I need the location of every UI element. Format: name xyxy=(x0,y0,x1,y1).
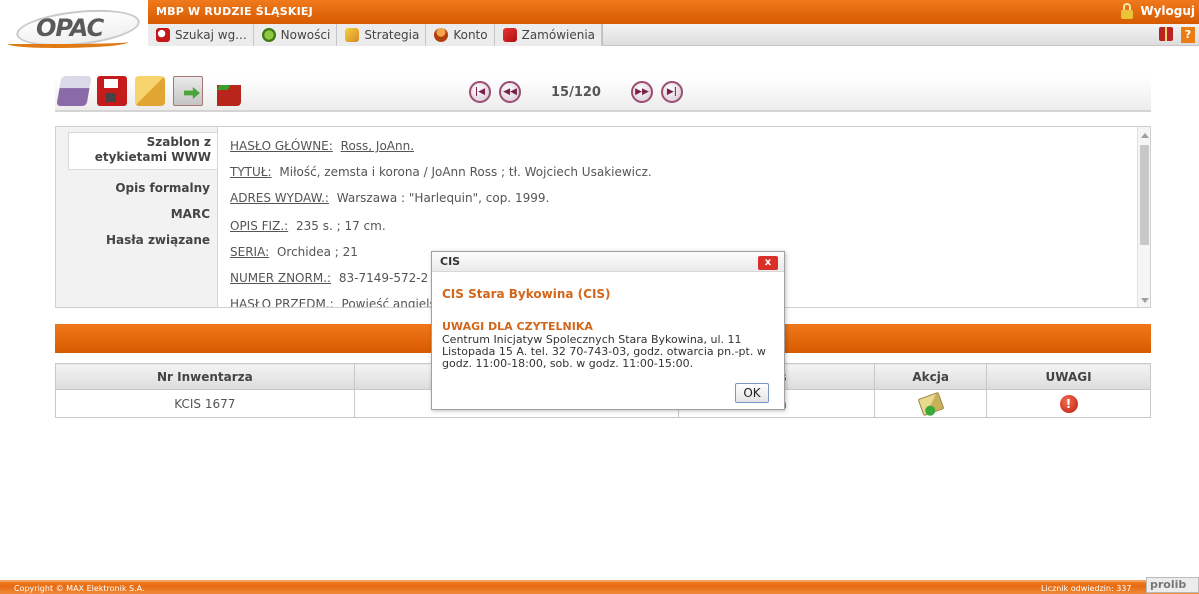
record-toolbar: |◀ ◀◀ 15/120 ▶▶ ▶| xyxy=(55,76,1151,112)
field-title: TYTUŁ: Miłość, zemsta i korona / JoAnn R… xyxy=(230,165,652,179)
field-isbn: NUMER ZNORM.: 83-7149-572-2 xyxy=(230,271,428,285)
field-main-heading: HASŁO GŁÓWNE: Ross, JoAnn. xyxy=(230,139,414,153)
opac-logo[interactable]: OPAC xyxy=(0,0,148,58)
help-icon[interactable]: ? xyxy=(1181,27,1195,43)
field-label: HASŁO GŁÓWNE: xyxy=(230,139,333,153)
dialog-title: CIS xyxy=(440,255,461,268)
logout-link[interactable]: Wyloguj xyxy=(1120,3,1195,19)
library-name: MBP W RUDZIE ŚLĄSKIEJ xyxy=(156,5,313,18)
search-icon xyxy=(156,28,170,42)
dialog-text: Centrum Inicjatyw Spolecznych Stara Byko… xyxy=(442,333,766,370)
footer: Copyright © MAX Elektronik S.A. Licznik … xyxy=(0,577,1199,594)
tab-template-www[interactable]: Szablon z etykietami WWW xyxy=(68,132,217,170)
record-counter: 15/120 xyxy=(551,84,601,100)
field-value: 83-7149-572-2 xyxy=(338,271,429,285)
ok-button[interactable]: OK xyxy=(735,383,769,403)
alert-icon[interactable]: ! xyxy=(1059,394,1078,413)
menu-right-icons: ? xyxy=(1159,27,1195,43)
field-value: Orchidea ; 21 xyxy=(276,245,358,259)
dialog-heading: CIS Stara Bykowina (CIS) xyxy=(442,287,611,301)
record-pager: |◀ ◀◀ 15/120 ▶▶ ▶| xyxy=(469,81,683,103)
menu-item-label: Szukaj wg... xyxy=(175,28,247,42)
menu-bar: Szukaj wg... Nowości Strategia Konto Zam… xyxy=(148,24,1199,46)
previous-record-icon[interactable]: ◀◀ xyxy=(499,81,521,103)
back-to-list-icon[interactable] xyxy=(217,85,241,106)
column-header-inventory: Nr Inwentarza xyxy=(55,363,355,390)
menu-item-search[interactable]: Szukaj wg... xyxy=(148,24,254,46)
email-icon[interactable] xyxy=(135,76,165,106)
menu-items: Szukaj wg... Nowości Strategia Konto Zam… xyxy=(148,24,604,46)
dialog-subheading: UWAGI DLA CZYTELNIKA xyxy=(442,320,593,333)
logo-text: OPAC xyxy=(36,14,104,42)
scroll-up-icon[interactable] xyxy=(1141,133,1149,138)
menu-item-orders[interactable]: Zamówienia xyxy=(495,24,603,46)
field-value: 235 s. ; 17 cm. xyxy=(296,219,386,233)
field-label: NUMER ZNORM.: xyxy=(230,271,332,285)
scroll-thumb[interactable] xyxy=(1140,145,1149,245)
field-label: HASŁO PRZEDM.: xyxy=(230,297,334,308)
inventory-number: KCIS 1677 xyxy=(55,389,355,418)
gift-icon[interactable] xyxy=(1159,27,1173,41)
record-tabs: Szablon z etykietami WWW Opis formalny M… xyxy=(68,132,217,259)
menu-item-account[interactable]: Konto xyxy=(426,24,495,46)
first-record-icon[interactable]: |◀ xyxy=(469,81,491,103)
tab-related-headings[interactable]: Hasła związane xyxy=(68,233,216,248)
field-label: OPIS FIZ.: xyxy=(230,219,289,233)
order-item-icon[interactable] xyxy=(917,391,945,416)
author-link[interactable]: Ross, JoAnn. xyxy=(341,139,414,153)
field-label: ADRES WYDAW.: xyxy=(230,191,329,205)
table-cell-notes: ! xyxy=(986,389,1151,418)
logout-label: Wyloguj xyxy=(1140,4,1195,18)
lock-icon xyxy=(1120,3,1134,19)
visit-counter: Licznik odwiedzin: 337 xyxy=(1041,584,1132,593)
field-label: SERIA: xyxy=(230,245,270,259)
orders-icon xyxy=(502,28,517,42)
column-header-action: Akcja xyxy=(874,363,988,390)
menu-item-strategy[interactable]: Strategia xyxy=(337,24,427,46)
field-value: Miłość, zemsta i korona / JoAnn Ross ; t… xyxy=(279,165,652,179)
scroll-down-icon[interactable] xyxy=(1141,298,1149,303)
prolib-logo: prolib xyxy=(1146,577,1199,593)
field-label: TYTUŁ: xyxy=(230,165,272,179)
toolbar-actions xyxy=(56,76,241,106)
dialog-titlebar: CIS x xyxy=(432,252,784,272)
field-series: SERIA: Orchidea ; 21 xyxy=(230,245,358,259)
field-subject-heading: HASŁO PRZEDM.: Powieść angielska 2 xyxy=(230,297,461,308)
menu-item-label: Konto xyxy=(453,28,488,42)
field-value: Warszawa : "Harlequin", cop. 1999. xyxy=(336,191,550,205)
field-physical-description: OPIS FIZ.: 235 s. ; 17 cm. xyxy=(230,219,386,233)
save-icon[interactable] xyxy=(97,76,127,106)
strategy-icon xyxy=(345,28,360,42)
tab-marc[interactable]: MARC xyxy=(68,207,216,222)
new-items-icon xyxy=(261,28,276,42)
close-icon[interactable]: x xyxy=(758,256,778,270)
last-record-icon[interactable]: ▶| xyxy=(660,81,683,103)
menu-item-new[interactable]: Nowości xyxy=(254,24,338,46)
next-record-icon[interactable]: ▶▶ xyxy=(630,81,653,103)
print-icon[interactable] xyxy=(56,76,92,106)
menu-item-label: Zamówienia xyxy=(521,28,596,42)
top-bar: MBP W RUDZIE ŚLĄSKIEJ Wyloguj xyxy=(148,0,1199,24)
account-icon xyxy=(434,28,449,42)
menu-item-label: Nowości xyxy=(280,28,331,42)
tab-formal-description[interactable]: Opis formalny xyxy=(68,181,216,196)
export-icon[interactable] xyxy=(173,76,203,106)
copyright-text: Copyright © MAX Elektronik S.A. xyxy=(14,584,145,593)
table-cell-action xyxy=(874,389,988,418)
record-scrollbar[interactable] xyxy=(1137,127,1150,307)
menu-item-label: Strategia xyxy=(364,28,420,42)
field-publisher: ADRES WYDAW.: Warszawa : "Harlequin", co… xyxy=(230,191,549,205)
opac-page: OPAC MBP W RUDZIE ŚLĄSKIEJ Wyloguj Szuka… xyxy=(0,0,1199,594)
location-dialog: CIS x CIS Stara Bykowina (CIS) UWAGI DLA… xyxy=(431,251,785,410)
column-header-notes: UWAGI xyxy=(986,363,1151,390)
